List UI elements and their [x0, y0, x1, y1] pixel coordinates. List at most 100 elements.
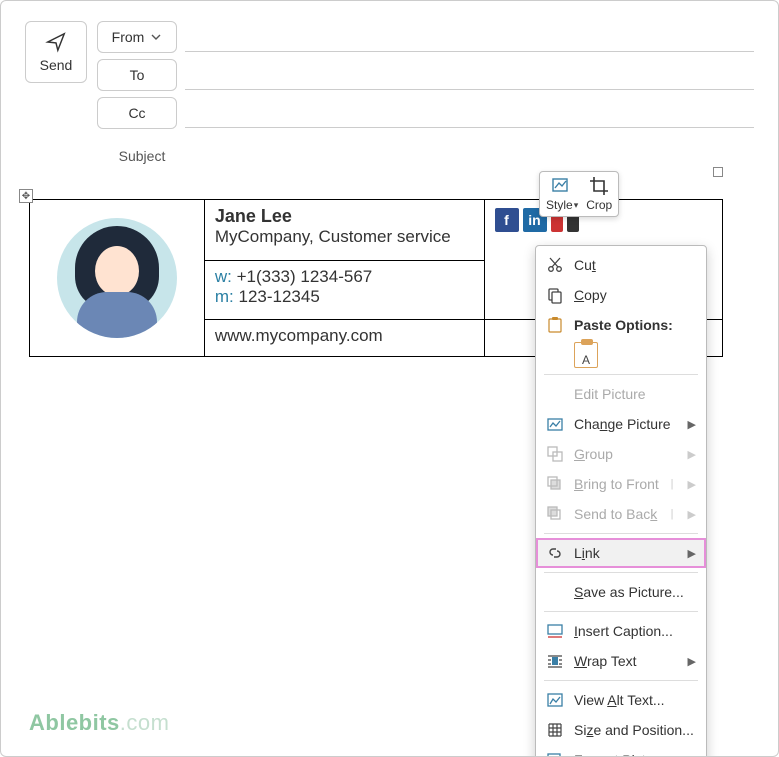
mobile-phone-label: m: — [215, 287, 234, 306]
picture-style-label: Style — [546, 198, 573, 212]
menu-paste-options-label: Paste Options: — [574, 317, 696, 333]
subject-label: Subject — [97, 148, 187, 164]
signature-title: MyCompany, Customer service — [215, 227, 474, 247]
name-title-cell: Jane Lee MyCompany, Customer service — [204, 200, 484, 261]
picture-style-icon — [552, 176, 572, 196]
menu-link-label: Link — [574, 545, 678, 561]
menu-separator — [544, 680, 698, 681]
cut-icon — [546, 256, 564, 274]
send-label: Send — [40, 57, 73, 73]
work-phone: +1(333) 1234-567 — [237, 267, 373, 286]
avatar-image[interactable] — [57, 218, 177, 338]
menu-wrap-text-label: Wrap Text — [574, 653, 678, 669]
avatar-cell — [30, 200, 205, 357]
cc-field[interactable] — [185, 98, 754, 128]
insert-caption-icon — [546, 622, 564, 640]
menu-link[interactable]: Link ▶ — [536, 538, 706, 568]
size-position-icon — [546, 721, 564, 739]
menu-separator — [544, 374, 698, 375]
menu-save-as-picture[interactable]: Save as Picture... — [536, 577, 706, 607]
menu-group: Group ▶ — [536, 439, 706, 469]
table-move-handle[interactable]: ✥ — [19, 189, 33, 203]
menu-copy[interactable]: Copy — [536, 280, 706, 310]
picture-style-button[interactable]: Style ▾ — [546, 176, 578, 212]
submenu-arrow-icon: ▶ — [688, 655, 696, 668]
menu-format-picture-label: Format Picture... — [574, 752, 696, 757]
context-menu: Cut Copy Paste Options: A Edit Picture — [535, 245, 707, 757]
change-picture-icon — [546, 415, 564, 433]
to-field[interactable] — [185, 60, 754, 90]
menu-separator — [544, 611, 698, 612]
chevron-down-icon: ▾ — [574, 200, 579, 211]
chevron-down-icon — [150, 31, 162, 43]
edit-picture-icon — [546, 385, 564, 403]
to-button[interactable]: To — [97, 59, 177, 91]
crop-icon — [589, 176, 609, 196]
submenu-arrow-icon: ▶ — [688, 448, 696, 461]
bring-to-front-icon — [546, 475, 564, 493]
send-button[interactable]: Send — [25, 21, 87, 83]
menu-change-picture[interactable]: Change Picture ▶ — [536, 409, 706, 439]
menu-bring-to-front-label: Bring to Front — [574, 476, 661, 492]
paste-keep-text-only[interactable]: A — [574, 340, 706, 370]
phone-cell: w: +1(333) 1234-567 m: 123-12345 — [204, 260, 484, 319]
save-as-picture-icon — [546, 583, 564, 601]
menu-insert-caption[interactable]: Insert Caption... — [536, 616, 706, 646]
menu-format-picture[interactable]: Format Picture... — [536, 745, 706, 757]
cc-label: Cc — [128, 105, 145, 121]
menu-cut-label: Cut — [574, 257, 696, 273]
menu-separator — [544, 572, 698, 573]
signature-name: Jane Lee — [215, 206, 474, 227]
mobile-phone: 123-12345 — [238, 287, 319, 306]
paste-icon — [546, 316, 564, 334]
to-label: To — [130, 67, 145, 83]
facebook-icon[interactable]: f — [495, 208, 519, 232]
menu-cut[interactable]: Cut — [536, 250, 706, 280]
menu-wrap-text[interactable]: Wrap Text ▶ — [536, 646, 706, 676]
menu-view-alt-text[interactable]: View Alt Text... — [536, 685, 706, 715]
submenu-arrow-icon: ▶ — [688, 547, 696, 560]
watermark-domain: .com — [120, 710, 170, 735]
from-field[interactable] — [185, 22, 754, 52]
submenu-arrow-icon: ▶ — [688, 418, 696, 431]
menu-size-position-label: Size and Position... — [574, 722, 696, 738]
menu-edit-picture: Edit Picture — [536, 379, 706, 409]
from-button[interactable]: From — [97, 21, 177, 53]
selection-handle[interactable] — [713, 167, 723, 177]
menu-view-alt-text-label: View Alt Text... — [574, 692, 696, 708]
crop-button[interactable]: Crop — [586, 176, 612, 212]
watermark: Ablebits.com — [29, 710, 169, 736]
picture-mini-toolbar: Style ▾ Crop — [539, 171, 619, 217]
submenu-arrow-icon: ▶ — [688, 478, 696, 491]
menu-edit-picture-label: Edit Picture — [574, 386, 696, 402]
menu-save-as-picture-label: Save as Picture... — [574, 584, 696, 600]
menu-paste-options: Paste Options: — [536, 310, 706, 340]
work-phone-label: w: — [215, 267, 232, 286]
signature-website: www.mycompany.com — [215, 326, 383, 345]
menu-group-label: Group — [574, 446, 678, 462]
group-icon — [546, 445, 564, 463]
from-label: From — [112, 29, 145, 45]
menu-send-to-back-label: Send to Back — [574, 506, 661, 522]
menu-insert-caption-label: Insert Caption... — [574, 623, 696, 639]
cc-button[interactable]: Cc — [97, 97, 177, 129]
copy-icon — [546, 286, 564, 304]
subject-field[interactable] — [195, 141, 754, 171]
menu-change-picture-label: Change Picture — [574, 416, 678, 432]
send-to-back-icon — [546, 505, 564, 523]
send-icon — [45, 31, 67, 53]
submenu-arrow-icon: ▶ — [688, 508, 696, 521]
alt-text-icon — [546, 691, 564, 709]
format-picture-icon — [546, 751, 564, 757]
menu-size-and-position[interactable]: Size and Position... — [536, 715, 706, 745]
paste-keep-text-icon: A — [574, 342, 598, 368]
menu-send-to-back: Send to Back | ▶ — [536, 499, 706, 529]
menu-separator — [544, 533, 698, 534]
menu-copy-label: Copy — [574, 287, 696, 303]
wrap-text-icon — [546, 652, 564, 670]
watermark-brand: Ablebits — [29, 710, 120, 735]
menu-bring-to-front: Bring to Front | ▶ — [536, 469, 706, 499]
link-icon — [546, 544, 564, 562]
website-cell: www.mycompany.com — [204, 319, 484, 356]
crop-label: Crop — [586, 198, 612, 212]
